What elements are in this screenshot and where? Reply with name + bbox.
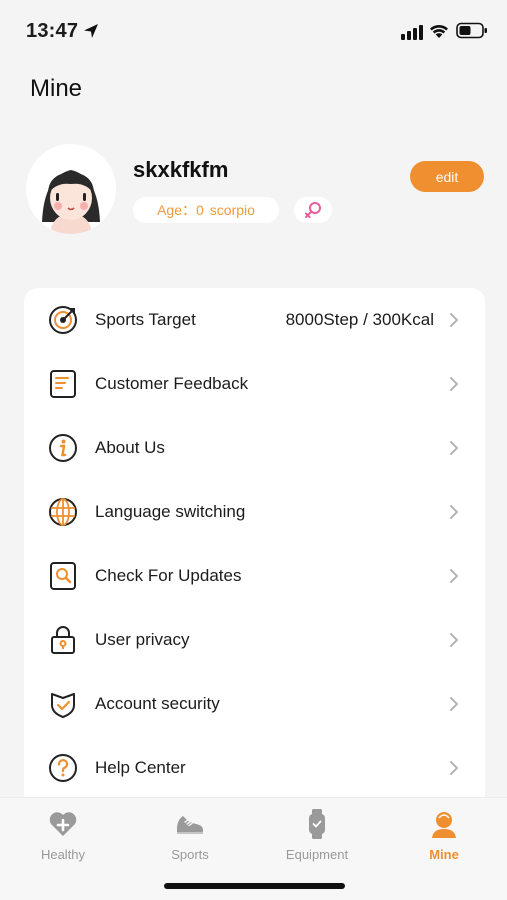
chevron-right-icon: [450, 313, 459, 327]
edit-profile-button[interactable]: edit: [410, 161, 484, 192]
person-icon: [432, 812, 456, 838]
female-symbol-icon: [305, 202, 321, 218]
chevron-right-icon: [450, 505, 459, 519]
menu-item-label: Help Center: [95, 758, 186, 777]
chevron-right-icon: [450, 633, 459, 647]
tab-label: Healthy: [40, 847, 86, 862]
age-zodiac-badge: Age：0 scorpio: [133, 197, 279, 223]
watch-icon: [309, 809, 325, 839]
chevron-right-icon: [450, 441, 459, 455]
settings-menu: Sports Target 8000Step / 300Kcal Custome…: [24, 288, 485, 808]
chevron-right-icon: [450, 761, 459, 775]
avatar[interactable]: [26, 144, 116, 234]
menu-item-label: Check For Updates: [95, 566, 242, 585]
shield-icon: [51, 693, 75, 718]
feedback-icon: [50, 370, 76, 398]
target-icon: [49, 306, 77, 334]
gender-badge: [294, 197, 332, 223]
tab-label: Sports: [171, 847, 209, 862]
menu-item-user-privacy[interactable]: User privacy: [24, 608, 485, 672]
menu-item-label: Language switching: [95, 502, 246, 521]
menu-item-label: About Us: [95, 438, 165, 457]
menu-item-label: Account security: [95, 694, 220, 713]
heart-plus-icon: [49, 812, 77, 836]
location-arrow-icon: [84, 24, 98, 38]
chevron-right-icon: [450, 569, 459, 583]
help-icon: [49, 754, 77, 782]
chevron-right-icon: [450, 697, 459, 711]
home-indicator: [164, 883, 345, 889]
status-time: 13:47: [26, 20, 79, 42]
tab-label: Mine: [429, 847, 459, 862]
menu-item-about-us[interactable]: About Us: [24, 416, 485, 480]
status-bar: 13:47: [0, 0, 507, 62]
tab-healthy[interactable]: Healthy: [13, 804, 113, 864]
menu-item-language-switching[interactable]: Language switching: [24, 480, 485, 544]
sneaker-icon: [177, 816, 203, 834]
tab-mine[interactable]: Mine: [394, 804, 494, 864]
tab-sports[interactable]: Sports: [140, 804, 240, 864]
chevron-right-icon: [450, 377, 459, 391]
sports-target-value: 8000Step / 300Kcal: [285, 310, 434, 329]
username: skxkfkfm: [133, 157, 229, 182]
menu-item-help-center[interactable]: Help Center: [24, 736, 485, 800]
menu-item-customer-feedback[interactable]: Customer Feedback: [24, 352, 485, 416]
menu-item-label: Customer Feedback: [95, 374, 249, 393]
menu-item-check-for-updates[interactable]: Check For Updates: [24, 544, 485, 608]
menu-item-account-security[interactable]: Account security: [24, 672, 485, 736]
tab-equipment[interactable]: Equipment: [267, 804, 367, 864]
cellular-signal-icon: [401, 25, 423, 40]
battery-icon: [456, 22, 487, 39]
menu-item-label: User privacy: [95, 630, 190, 649]
update-search-icon: [50, 562, 76, 590]
avatar-girl-icon: [26, 144, 116, 234]
wifi-icon: [430, 24, 448, 38]
menu-item-sports-target[interactable]: Sports Target 8000Step / 300Kcal: [24, 288, 485, 352]
zodiac-label: scorpio: [209, 202, 255, 218]
globe-icon: [49, 498, 77, 526]
info-icon: [49, 434, 77, 462]
lock-icon: [51, 626, 75, 654]
age-label: Age：0: [157, 202, 204, 218]
tab-label: Equipment: [285, 847, 349, 862]
menu-item-label: Sports Target: [95, 310, 196, 329]
page-title: Mine: [30, 75, 83, 102]
